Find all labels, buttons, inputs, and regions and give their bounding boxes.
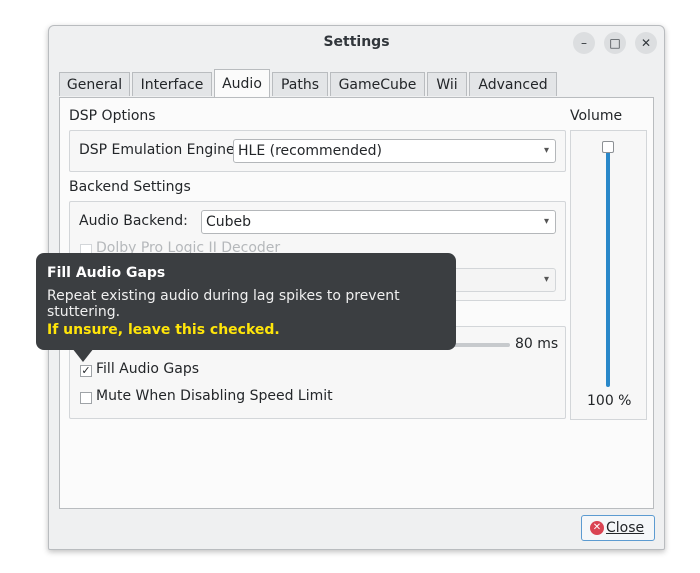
close-button[interactable]: ✕ Close bbox=[581, 515, 655, 541]
dsp-options-heading: DSP Options bbox=[69, 108, 156, 124]
audio-backend-label: Audio Backend: bbox=[79, 213, 188, 229]
maximize-button[interactable]: □ bbox=[604, 32, 626, 54]
close-button-label: Close bbox=[606, 520, 645, 536]
tab-gamecube[interactable]: GameCube bbox=[330, 72, 425, 96]
chevron-down-icon: ▾ bbox=[543, 145, 549, 156]
tab-interface[interactable]: Interface bbox=[132, 72, 212, 96]
dsp-engine-value: HLE (recommended) bbox=[238, 143, 383, 159]
volume-slider-track[interactable] bbox=[606, 151, 610, 387]
tooltip-warning: If unsure, leave this checked. bbox=[47, 322, 280, 338]
buffer-value: 80 ms bbox=[515, 336, 559, 352]
tooltip-title: Fill Audio Gaps bbox=[47, 265, 166, 281]
dsp-options-group: DSP Emulation Engine: HLE (recommended) … bbox=[69, 130, 566, 172]
audio-backend-value: Cubeb bbox=[206, 214, 252, 230]
minimize-button[interactable]: – bbox=[573, 32, 595, 54]
fill-gaps-checkbox[interactable]: ✓ bbox=[80, 365, 92, 377]
tab-paths[interactable]: Paths bbox=[272, 72, 328, 96]
tab-wii[interactable]: Wii bbox=[427, 72, 467, 96]
tooltip: Fill Audio Gaps Repeat existing audio du… bbox=[36, 253, 456, 350]
backend-settings-heading: Backend Settings bbox=[69, 179, 191, 195]
volume-slider-handle[interactable] bbox=[602, 141, 614, 153]
chevron-down-icon: ▾ bbox=[543, 274, 549, 285]
fill-gaps-label: Fill Audio Gaps bbox=[96, 361, 200, 377]
tooltip-description: Repeat existing audio during lag spikes … bbox=[47, 288, 400, 320]
volume-group: 100 % bbox=[570, 130, 647, 420]
tooltip-pointer bbox=[72, 348, 94, 362]
chevron-down-icon: ▾ bbox=[543, 216, 549, 227]
titlebar[interactable]: Settings – □ ✕ bbox=[49, 26, 664, 60]
close-icon: ✕ bbox=[590, 521, 604, 535]
mute-checkbox[interactable] bbox=[80, 392, 92, 404]
window-title: Settings bbox=[323, 34, 390, 50]
volume-value: 100 % bbox=[587, 393, 632, 409]
tab-general[interactable]: General bbox=[59, 72, 130, 96]
audio-backend-select[interactable]: Cubeb ▾ bbox=[201, 210, 556, 234]
volume-heading: Volume bbox=[570, 108, 623, 124]
dsp-engine-select[interactable]: HLE (recommended) ▾ bbox=[233, 139, 556, 163]
dsp-engine-label: DSP Emulation Engine: bbox=[79, 142, 240, 158]
tab-advanced[interactable]: Advanced bbox=[469, 72, 557, 96]
tab-audio[interactable]: Audio bbox=[214, 69, 270, 97]
window-close-button[interactable]: ✕ bbox=[635, 32, 657, 54]
mute-label: Mute When Disabling Speed Limit bbox=[96, 388, 333, 404]
